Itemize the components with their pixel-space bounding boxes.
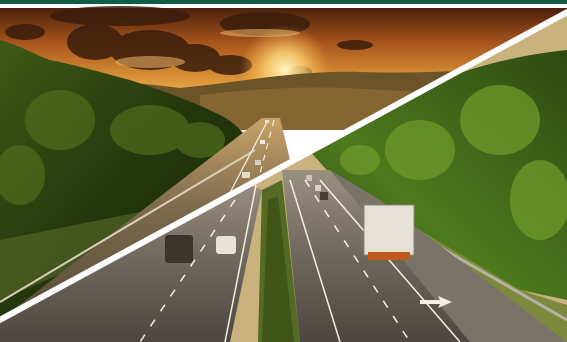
image-frame xyxy=(0,0,567,342)
dark-car xyxy=(165,235,193,263)
distant-car xyxy=(320,192,328,200)
truck-trailer xyxy=(363,204,415,256)
frame-top-border xyxy=(0,0,567,4)
truck-cab xyxy=(368,252,410,260)
white-car xyxy=(216,236,236,254)
highway-sunset-photo xyxy=(0,0,567,342)
